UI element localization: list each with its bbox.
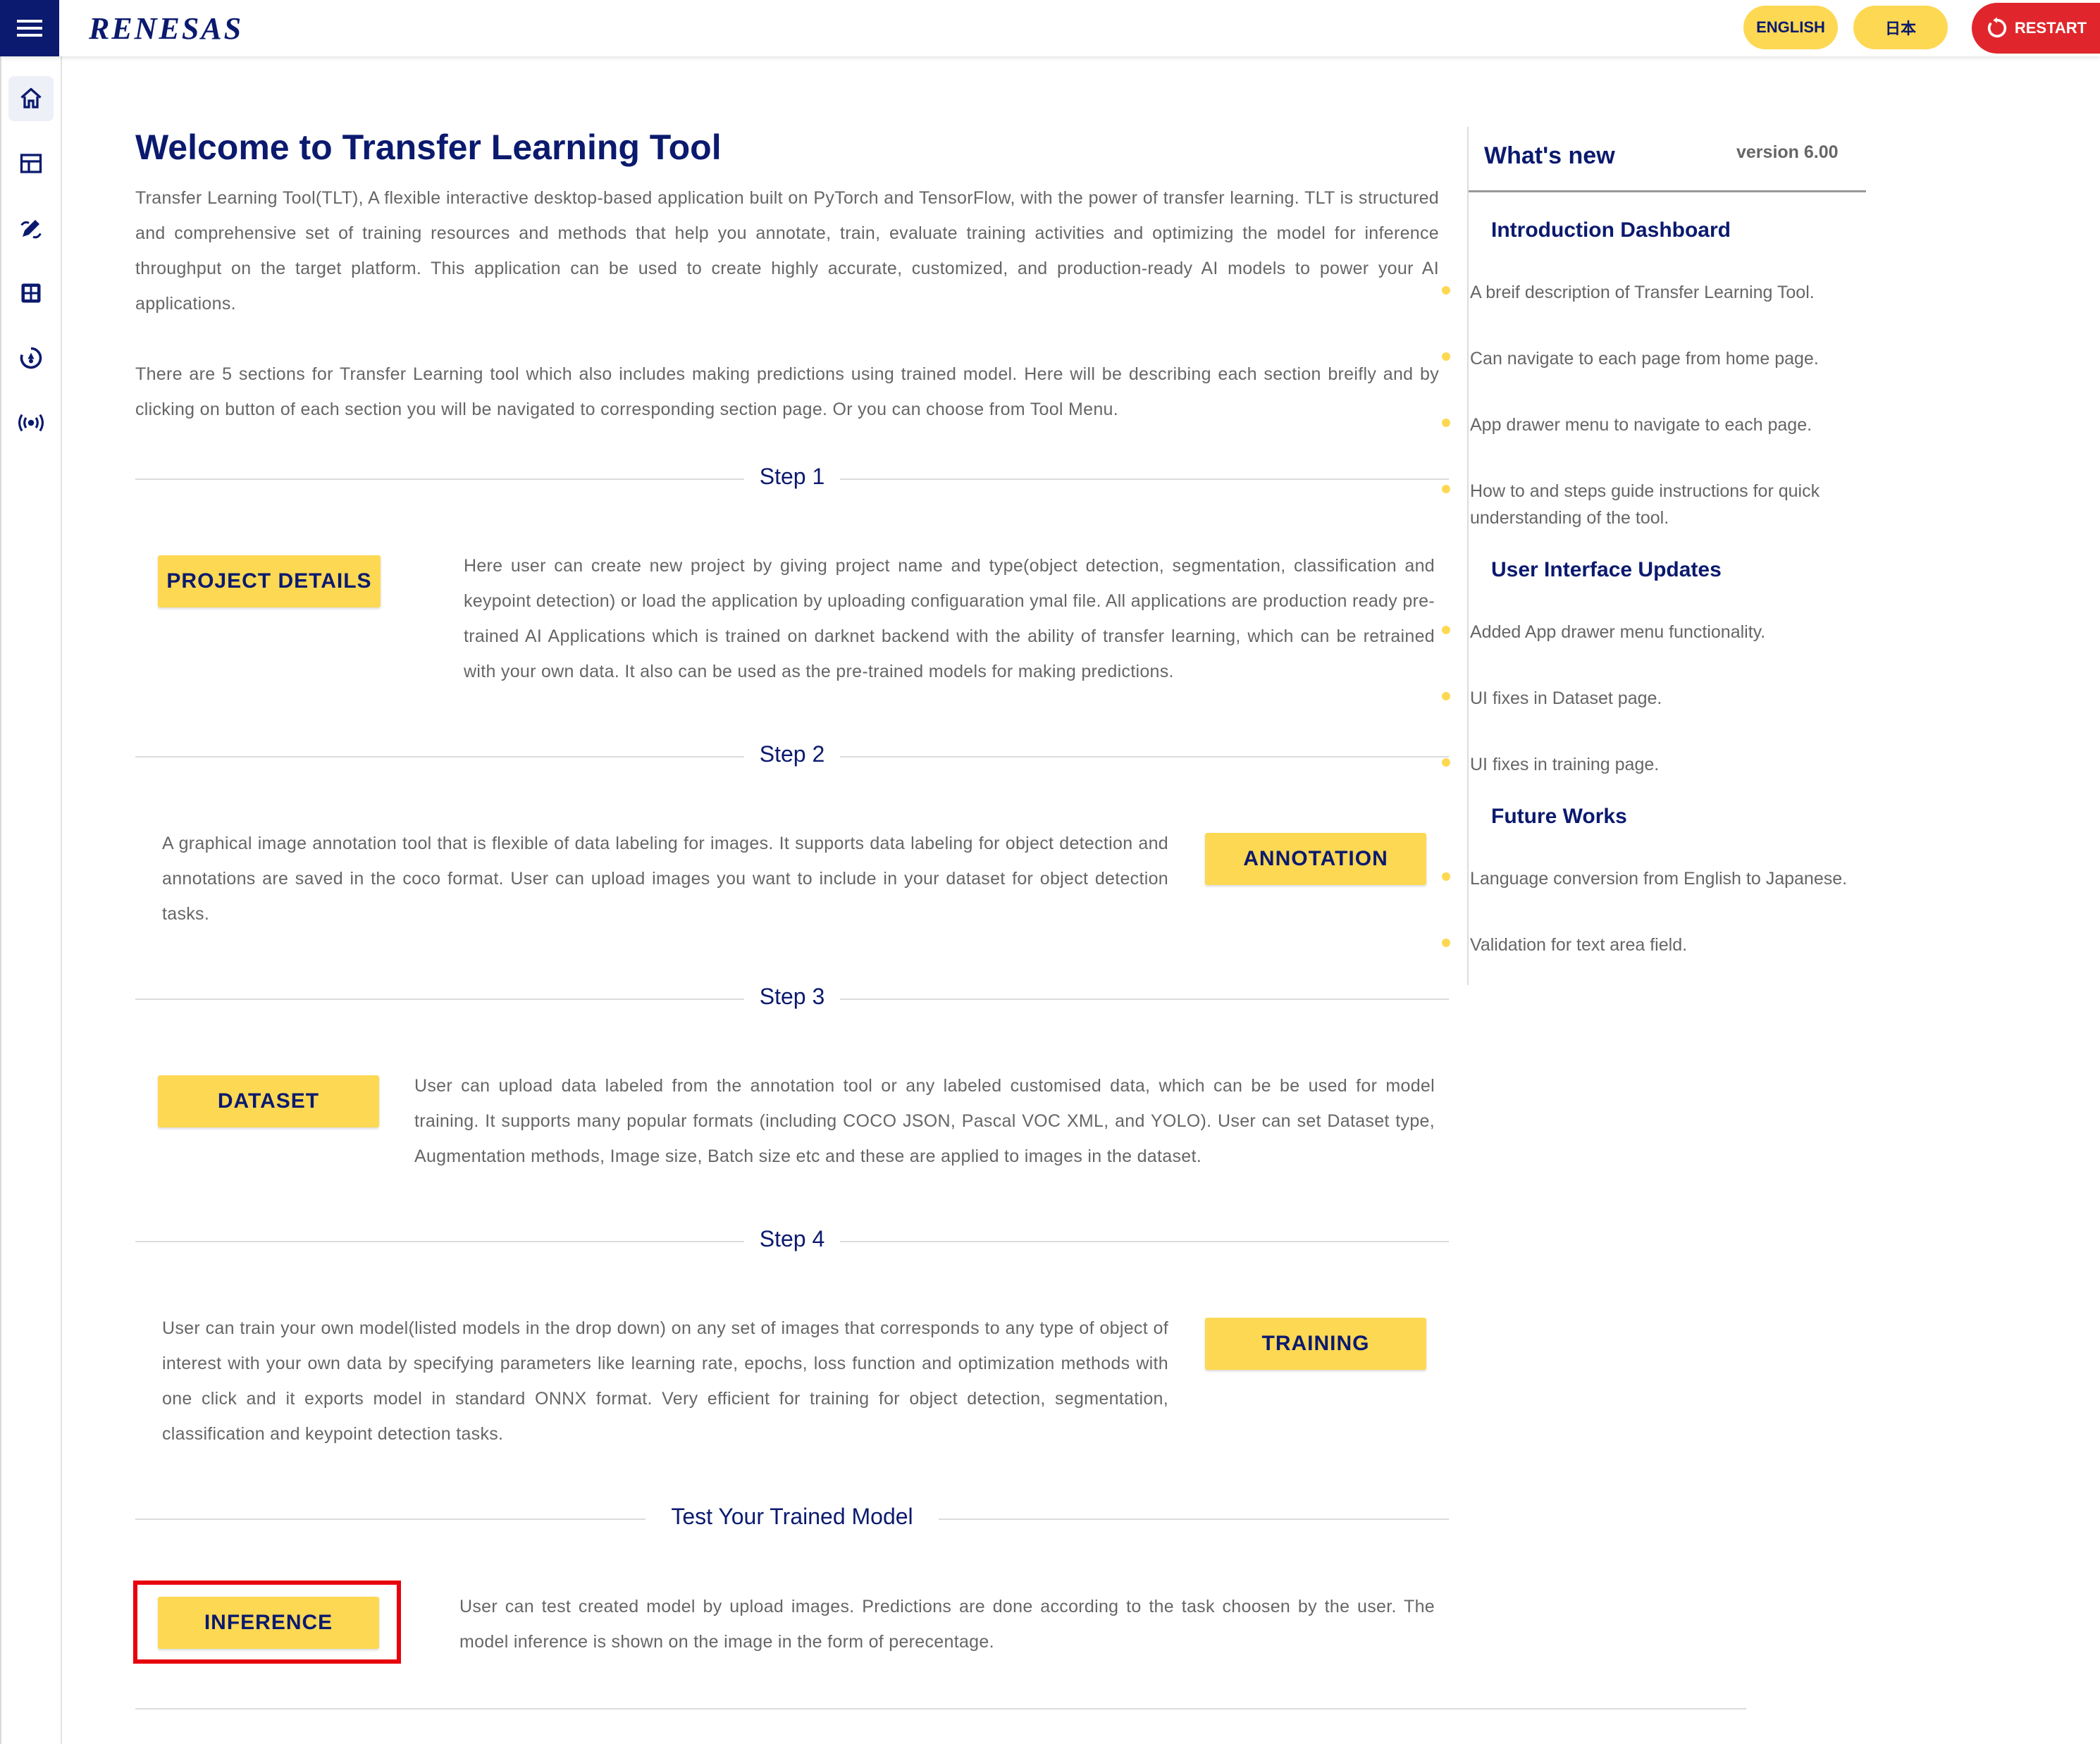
project-details-button[interactable]: PROJECT DETAILS (158, 555, 381, 607)
whats-new-item: Added App drawer menu functionality. (1470, 622, 1766, 642)
version-label: version 6.00 (1736, 142, 1839, 162)
step-divider-line (840, 998, 1449, 1000)
hamburger-icon (17, 20, 42, 37)
step-divider-line (135, 1241, 744, 1242)
whats-new-item: App drawer menu to navigate to each page… (1470, 415, 1812, 435)
sidebar-item-annotation[interactable] (8, 206, 54, 251)
step-1-label: Step 1 (744, 464, 840, 490)
intro-paragraph-1: Transfer Learning Tool(TLT), A flexible … (135, 188, 1439, 314)
future-works-heading: Future Works (1491, 805, 1627, 828)
dashboard-icon (20, 154, 42, 173)
sidebar-item-training[interactable] (8, 335, 54, 381)
dataset-icon (21, 283, 41, 303)
step-4-description: User can train your own model(listed mod… (162, 1318, 1168, 1444)
dataset-button[interactable]: DATASET (158, 1075, 379, 1127)
sidebar-item-home[interactable] (8, 76, 54, 121)
step-2-label: Step 2 (744, 741, 840, 767)
step-divider-line (135, 1519, 646, 1520)
restart-label: RESTART (2014, 19, 2087, 37)
sidebar (0, 56, 62, 1744)
training-button[interactable]: TRAINING (1205, 1318, 1426, 1370)
whats-new-item: UI fixes in training page. (1470, 755, 1660, 774)
menu-button[interactable] (0, 0, 59, 56)
whats-new-item: Language conversion from English to Japa… (1470, 869, 1848, 889)
step-3-description: User can upload data labeled from the an… (414, 1076, 1435, 1166)
bullet-dot (1442, 352, 1450, 361)
english-button[interactable]: ENGLISH (1743, 6, 1838, 49)
inference-icon (18, 414, 44, 432)
training-icon (20, 347, 42, 369)
intro-dashboard-heading: Introduction Dashboard (1491, 218, 1731, 242)
home-icon (20, 87, 42, 109)
step-3-label: Step 3 (744, 984, 840, 1010)
restart-icon (1987, 17, 2006, 38)
bullet-dot (1442, 485, 1450, 493)
ui-updates-heading: User Interface Updates (1491, 558, 1722, 581)
renesas-logo[interactable]: RENESAS (89, 7, 243, 49)
logo-text: RENESAS (89, 11, 244, 46)
whats-new-title: What's new (1484, 142, 1615, 169)
restart-button[interactable]: RESTART (1972, 3, 2100, 54)
step-divider-line (135, 998, 744, 1000)
whats-new-item: Can navigate to each page from home page… (1470, 349, 1819, 369)
whats-new-item: A breif description of Transfer Learning… (1470, 283, 1815, 302)
bottom-divider (135, 1708, 1746, 1709)
sidebar-item-dashboard[interactable] (8, 141, 54, 186)
inference-highlight-box (133, 1581, 401, 1664)
step-2-description: A graphical image annotation tool that i… (162, 834, 1168, 924)
step-divider-line (939, 1519, 1449, 1520)
bullet-dot (1442, 626, 1450, 634)
whats-new-item: Validation for text area field. (1470, 935, 1688, 955)
whats-new-item: How to and steps guide instructions for … (1470, 481, 1820, 528)
bullet-dot (1442, 286, 1450, 295)
step-divider-line (135, 478, 744, 480)
step-4-label: Step 4 (744, 1226, 840, 1252)
sidebar-item-inference[interactable] (8, 400, 54, 445)
page-title: Welcome to Transfer Learning Tool (135, 128, 722, 167)
inference-description: User can test created model by upload im… (459, 1597, 1435, 1652)
bullet-dot (1442, 758, 1450, 767)
sidebar-item-dataset[interactable] (8, 271, 54, 316)
step-divider-line (840, 756, 1449, 757)
bullet-dot (1442, 692, 1450, 700)
step-divider-line (840, 478, 1449, 480)
step-1-description: Here user can create new project by givi… (464, 556, 1435, 681)
intro-paragraph-2: There are 5 sections for Transfer Learni… (135, 364, 1439, 419)
bullet-dot (1442, 939, 1450, 947)
step-divider-line (840, 1241, 1449, 1242)
whats-new-divider (1469, 190, 1866, 192)
whats-new-item: UI fixes in Dataset page. (1470, 688, 1662, 708)
top-bar: RENESAS ENGLISH 日本 RESTART (0, 0, 2100, 56)
annotation-icon (20, 220, 42, 239)
whats-new-panel (1467, 127, 1867, 985)
bullet-dot (1442, 419, 1450, 427)
bullet-dot (1442, 872, 1450, 881)
annotation-button[interactable]: ANNOTATION (1205, 833, 1426, 885)
test-model-label: Test Your Trained Model (646, 1504, 939, 1530)
japanese-button[interactable]: 日本 (1853, 6, 1948, 49)
step-divider-line (135, 756, 744, 757)
